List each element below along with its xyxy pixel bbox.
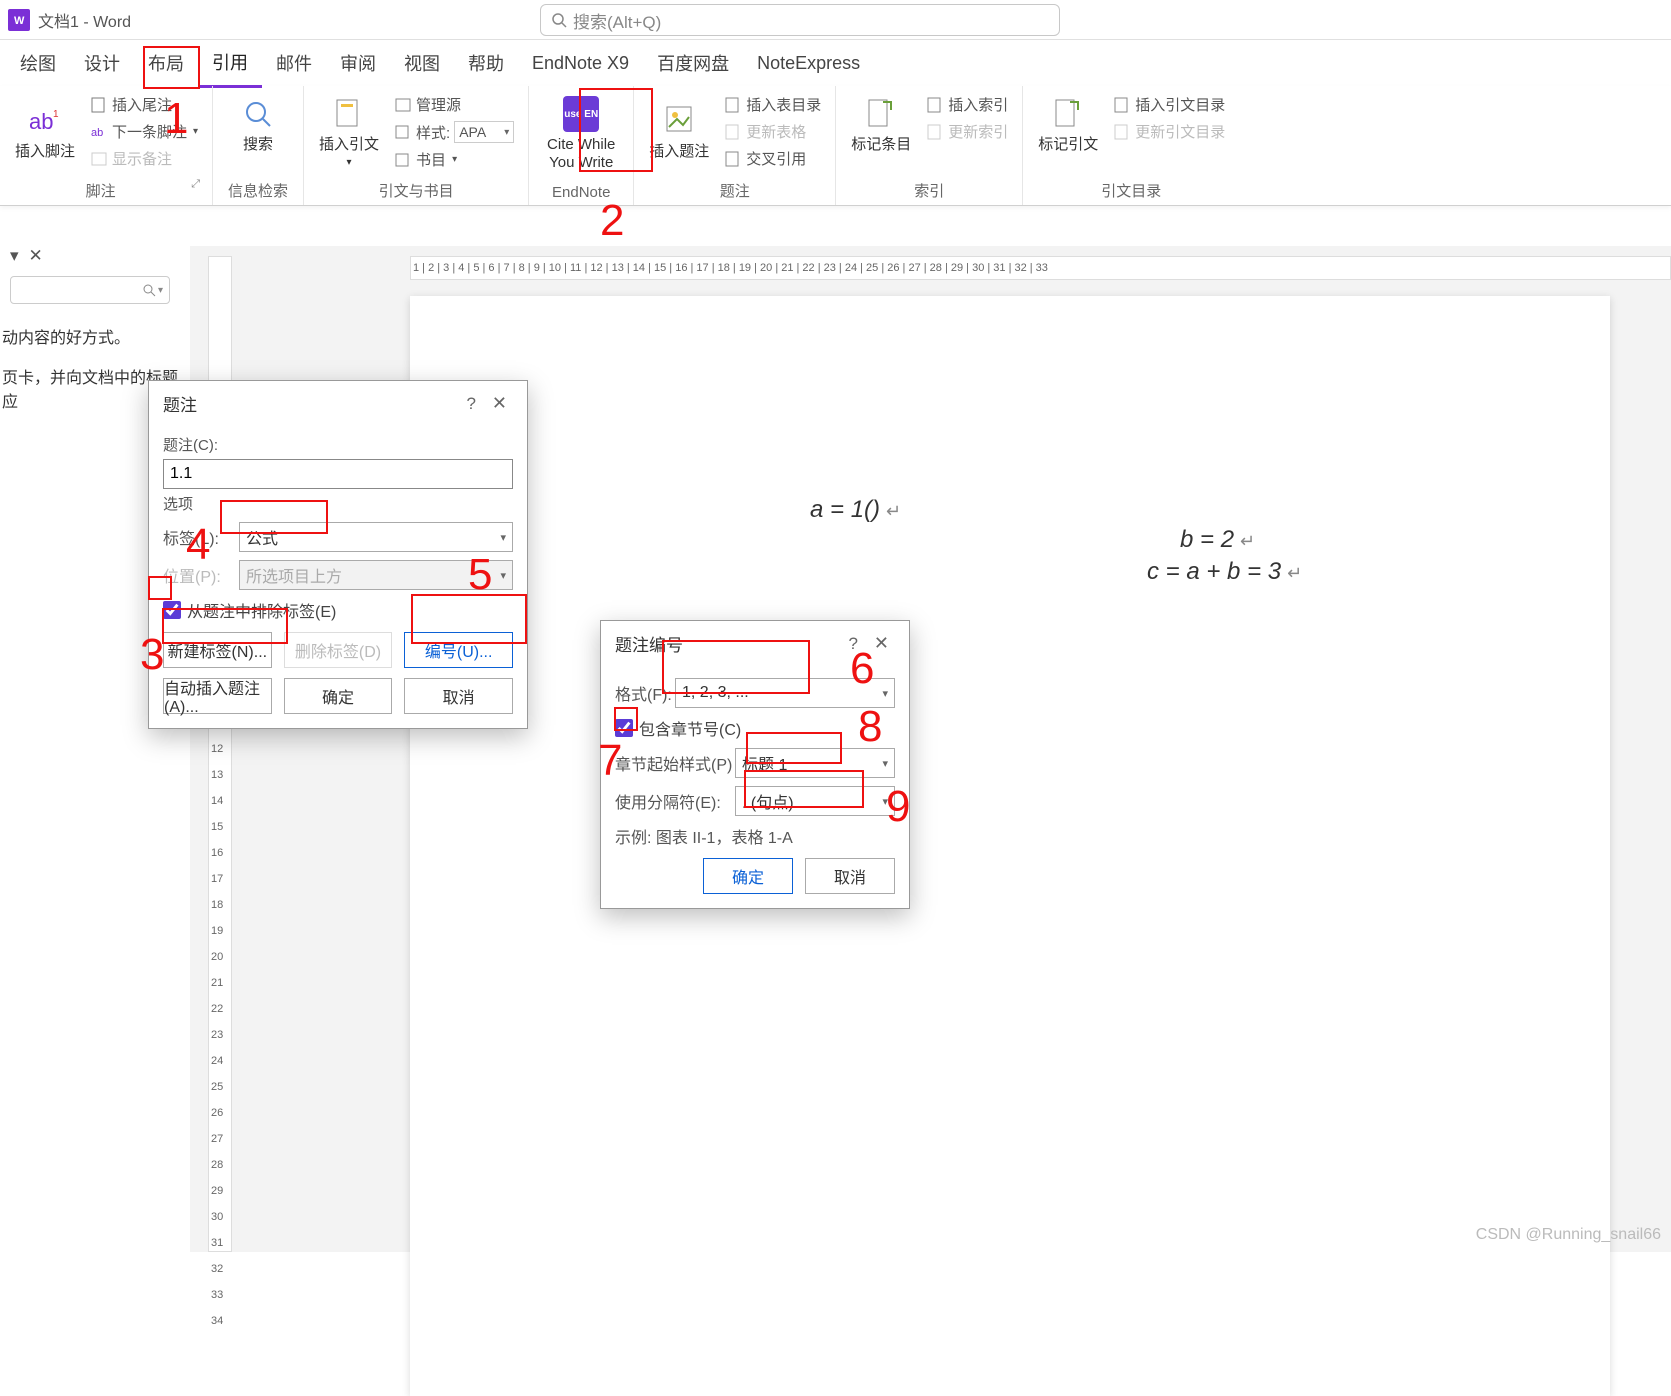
numbering-ok-button[interactable]: 确定	[703, 858, 793, 894]
insert-footnote-button[interactable]: ab1 插入脚注	[10, 92, 80, 171]
mark-citation-button[interactable]: 标记引文	[1033, 92, 1103, 158]
watermark: CSDN @Running_snail66	[1476, 1226, 1661, 1244]
endnote-cite-button[interactable]: use EN Cite While You Write	[539, 92, 623, 176]
endnote-icon: use EN	[563, 96, 599, 132]
word-app-icon: W	[8, 9, 30, 31]
label-select[interactable]: 公式▾	[239, 522, 513, 552]
auto-caption-button[interactable]: 自动插入题注(A)...	[163, 678, 272, 714]
delete-label-button: 删除标签(D)	[284, 632, 393, 668]
tab-baidu[interactable]: 百度网盘	[643, 40, 743, 86]
caption-label: 题注(C):	[163, 434, 513, 455]
show-notes-button[interactable]: 显示备注	[86, 146, 202, 171]
caption-dialog: 题注 ? ✕ 题注(C): 选项 标签(L): 公式▾ 位置(P): 所选项目上…	[148, 380, 528, 729]
new-label-button[interactable]: 新建标签(N)...	[163, 632, 272, 668]
insert-citation-button[interactable]: 插入引文▾	[314, 92, 384, 176]
caption-cancel-button[interactable]: 取消	[404, 678, 513, 714]
dialog-close-button[interactable]: ✕	[868, 633, 895, 654]
equation-1[interactable]: a = 1()↵	[810, 496, 901, 524]
tab-mailings[interactable]: 邮件	[262, 40, 326, 86]
horizontal-ruler[interactable]: 1 | 2 | 3 | 4 | 5 | 6 | 7 | 8 | 9 | 10 |…	[410, 256, 1671, 280]
update-toa-button[interactable]: 更新引文目录	[1109, 119, 1229, 144]
group-citations: 插入引文▾ 管理源 样式:APA▾ 书目▾ 引文与书目	[304, 86, 529, 205]
window-title: 文档1 - Word	[38, 8, 131, 32]
ribbon-tabs: 绘图 设计 布局 引用 邮件 审阅 视图 帮助 EndNote X9 百度网盘 …	[0, 40, 1671, 86]
numbering-dialog-title: 题注编号	[615, 631, 683, 656]
svg-text:W: W	[14, 15, 25, 27]
svg-text:ab: ab	[29, 109, 53, 134]
tab-endnote[interactable]: EndNote X9	[518, 43, 643, 84]
tab-draw[interactable]: 绘图	[6, 40, 70, 86]
tab-layout[interactable]: 布局	[134, 40, 198, 86]
update-index-button[interactable]: 更新索引	[922, 119, 1012, 144]
svg-text:1: 1	[53, 109, 59, 120]
search-icon	[142, 283, 156, 297]
next-footnote-button[interactable]: ab下一条脚注▾	[86, 119, 202, 144]
chapter-style-label: 章节起始样式(P)	[615, 751, 735, 775]
include-chapter-check[interactable]	[615, 719, 633, 737]
group-toa: 标记引文 插入引文目录 更新引文目录 引文目录	[1023, 86, 1239, 205]
ribbon-content: ab1 插入脚注 插入尾注 ab下一条脚注▾ 显示备注 脚注⤢ 搜索 信息检索 …	[0, 86, 1671, 206]
citation-style-row[interactable]: 样式:APA▾	[390, 119, 518, 145]
cross-reference-button[interactable]: 交叉引用	[720, 146, 825, 171]
nav-search[interactable]: ▾	[10, 276, 170, 304]
nav-hint1: 动内容的好方式。	[2, 314, 178, 354]
dialog-help-button[interactable]: ?	[456, 394, 485, 414]
example-text: 示例: 图表 II-1，表格 1-A	[615, 824, 895, 848]
search-placeholder: 搜索(Alt+Q)	[573, 8, 661, 33]
format-label: 格式(F):	[615, 681, 675, 705]
label-label: 标签(L):	[163, 525, 239, 549]
separator-label: 使用分隔符(E):	[615, 789, 735, 813]
equation-2[interactable]: b = 2↵	[1180, 526, 1255, 554]
group-captions: 插入题注 插入表目录 更新表格 交叉引用 题注	[634, 86, 836, 205]
group-research: 搜索 信息检索	[213, 86, 304, 205]
svg-text:ab: ab	[91, 127, 103, 139]
numbering-cancel-button[interactable]: 取消	[805, 858, 895, 894]
equation-3[interactable]: c = a + b = 3↵	[1147, 558, 1302, 586]
tab-view[interactable]: 视图	[390, 40, 454, 86]
insert-endnote-button[interactable]: 插入尾注	[86, 92, 202, 117]
tab-references[interactable]: 引用	[198, 39, 262, 88]
mark-entry-button[interactable]: 标记条目	[846, 92, 916, 158]
chapter-style-select[interactable]: 标题 1▾	[735, 748, 895, 778]
smart-lookup-button[interactable]: 搜索	[223, 92, 293, 158]
separator-select[interactable]: . (句点)▾	[735, 786, 895, 816]
numbering-button[interactable]: 编号(U)...	[404, 632, 513, 668]
tab-help[interactable]: 帮助	[454, 40, 518, 86]
dialog-help-button[interactable]: ?	[838, 634, 867, 654]
nav-close-icon[interactable]: ✕	[29, 246, 43, 266]
dialog-close-button[interactable]: ✕	[486, 393, 513, 414]
nav-dropdown-icon[interactable]: ▾	[10, 246, 19, 266]
insert-index-button[interactable]: 插入索引	[922, 92, 1012, 117]
group-footnotes: ab1 插入脚注 插入尾注 ab下一条脚注▾ 显示备注 脚注⤢	[0, 86, 213, 205]
insert-caption-button[interactable]: 插入题注	[644, 92, 714, 171]
search-box[interactable]: 搜索(Alt+Q)	[540, 4, 1060, 36]
manage-sources-button[interactable]: 管理源	[390, 92, 518, 117]
group-index: 标记条目 插入索引 更新索引 索引	[836, 86, 1023, 205]
insert-toa-button[interactable]: 插入引文目录	[1109, 92, 1229, 117]
bibliography-button[interactable]: 书目▾	[390, 147, 518, 172]
update-table-button[interactable]: 更新表格	[720, 119, 825, 144]
position-label: 位置(P):	[163, 563, 239, 587]
group-endnote: use EN Cite While You Write EndNote	[529, 86, 634, 205]
style-select[interactable]: APA▾	[454, 121, 514, 143]
tab-review[interactable]: 审阅	[326, 40, 390, 86]
position-select: 所选项目上方▾	[239, 560, 513, 590]
tab-noteexpress[interactable]: NoteExpress	[743, 43, 874, 84]
include-chapter-checkbox[interactable]: 包含章节号(C)	[615, 716, 895, 740]
exclude-label-check[interactable]	[163, 601, 181, 619]
tab-design[interactable]: 设计	[70, 40, 134, 86]
caption-dialog-title: 题注	[163, 391, 197, 416]
nav-tabs: ▾ ✕	[0, 246, 180, 266]
page[interactable]: a = 1()↵ b = 2↵ c = a + b = 3↵	[410, 296, 1610, 1396]
caption-ok-button[interactable]: 确定	[284, 678, 393, 714]
insert-tof-button[interactable]: 插入表目录	[720, 92, 825, 117]
caption-value-input[interactable]	[163, 459, 513, 489]
options-label: 选项	[163, 493, 513, 514]
format-select[interactable]: 1, 2, 3, ...▾	[675, 678, 895, 708]
footnote-dialog-launcher[interactable]: ⤢	[191, 178, 202, 203]
search-icon	[551, 12, 567, 28]
caption-numbering-dialog: 题注编号 ? ✕ 格式(F): 1, 2, 3, ...▾ 包含章节号(C) 章…	[600, 620, 910, 909]
exclude-label-checkbox[interactable]: 从题注中排除标签(E)	[163, 598, 513, 622]
